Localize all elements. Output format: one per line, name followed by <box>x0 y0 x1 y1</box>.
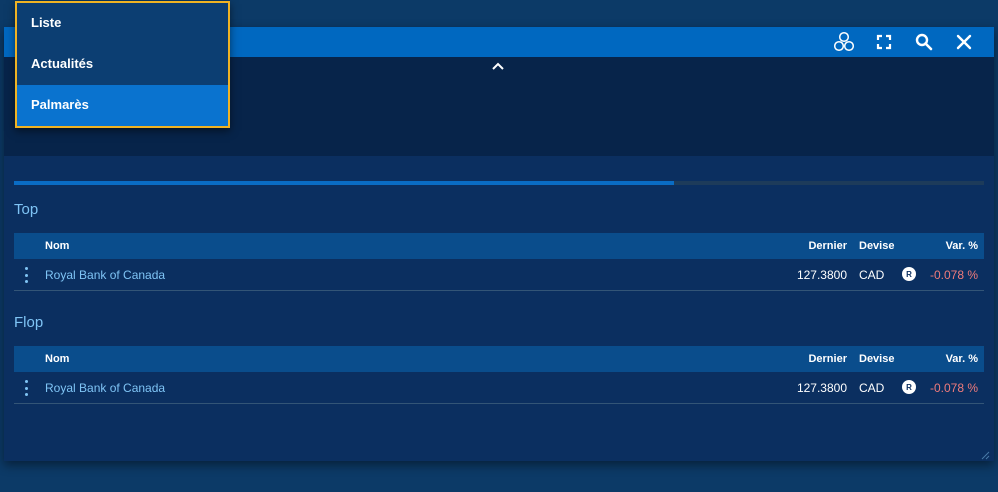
menu-item-liste[interactable]: Liste <box>17 3 228 44</box>
view-menu-dropdown: Liste Actualités Palmarès <box>15 1 230 128</box>
table-row: Royal Bank of Canada 127.3800 CAD R -0.0… <box>14 372 984 404</box>
section-title-top: Top <box>14 201 39 218</box>
menu-item-actualites[interactable]: Actualités <box>17 44 228 85</box>
resize-handle-icon[interactable] <box>980 447 990 460</box>
column-header-last[interactable]: Dernier <box>808 240 847 252</box>
column-header-last[interactable]: Dernier <box>808 353 847 365</box>
table-header: Nom Dernier Devise Var. % <box>14 233 984 259</box>
instrument-name-link[interactable]: Royal Bank of Canada <box>45 381 165 395</box>
column-header-change[interactable]: Var. % <box>946 240 978 252</box>
menu-item-palmares[interactable]: Palmarès <box>17 85 228 126</box>
column-header-name[interactable]: Nom <box>45 240 69 252</box>
chevron-up-icon[interactable] <box>490 59 506 73</box>
last-price: 127.3800 <box>796 381 847 395</box>
change-percent: -0.078 % <box>929 268 978 282</box>
section-title-flop: Flop <box>14 314 44 331</box>
flop-table: Nom Dernier Devise Var. % Royal Bank of … <box>14 346 984 404</box>
table-row: Royal Bank of Canada 127.3800 CAD R -0.0… <box>14 259 984 291</box>
column-header-change[interactable]: Var. % <box>946 353 978 365</box>
column-header-currency[interactable]: Devise <box>859 353 894 365</box>
column-header-currency[interactable]: Devise <box>859 240 894 252</box>
realtime-badge: R <box>902 267 916 281</box>
more-options-icon[interactable] <box>22 267 30 283</box>
column-header-name[interactable]: Nom <box>45 353 69 365</box>
circles-icon[interactable] <box>832 31 856 53</box>
progress-bar <box>14 181 984 185</box>
currency-code: CAD <box>859 268 885 282</box>
table-header: Nom Dernier Devise Var. % <box>14 346 984 372</box>
expand-icon[interactable] <box>872 31 896 53</box>
top-table: Nom Dernier Devise Var. % Royal Bank of … <box>14 233 984 291</box>
more-options-icon[interactable] <box>22 380 30 396</box>
search-icon[interactable] <box>912 31 936 53</box>
instrument-name-link[interactable]: Royal Bank of Canada <box>45 268 165 282</box>
close-icon[interactable] <box>952 31 976 53</box>
currency-code: CAD <box>859 381 885 395</box>
progress-bar-fill <box>14 181 674 185</box>
change-percent: -0.078 % <box>929 381 978 395</box>
realtime-badge: R <box>902 380 916 394</box>
last-price: 127.3800 <box>796 268 847 282</box>
